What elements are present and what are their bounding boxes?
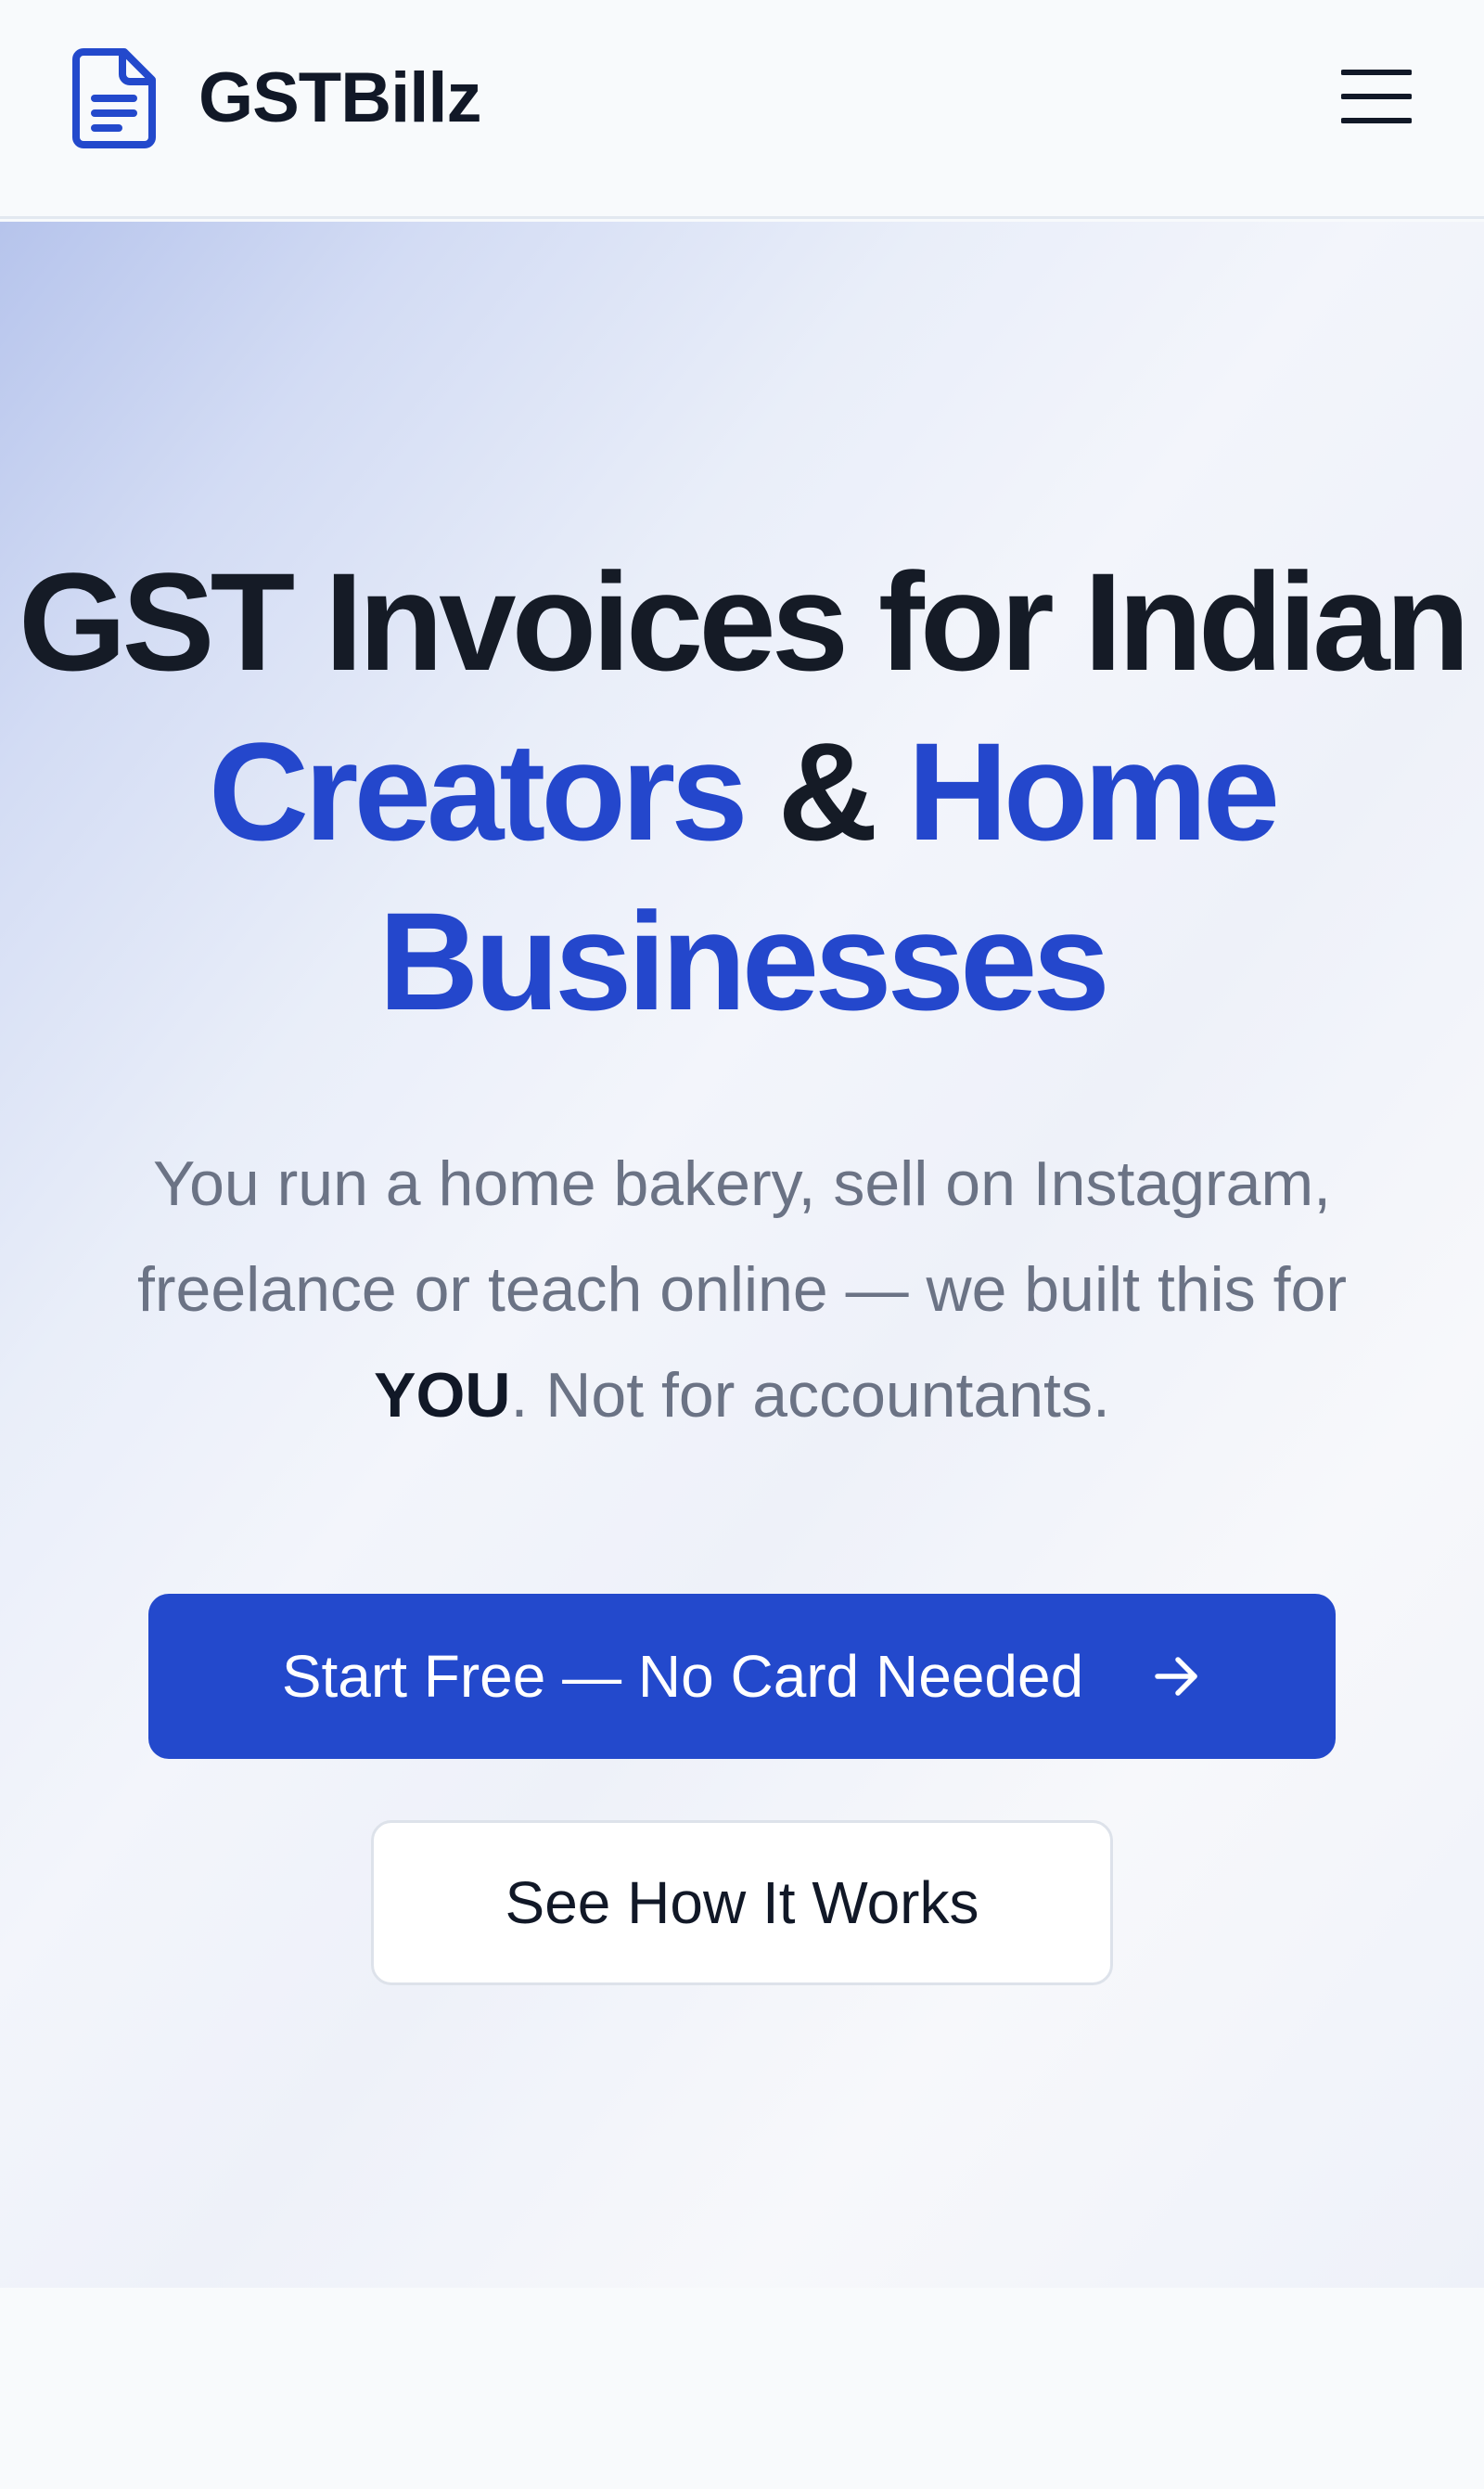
- hero-title-accent-home: Home: [907, 713, 1280, 869]
- see-how-it-works-label: See How It Works: [505, 1869, 979, 1936]
- arrow-right-icon: [1155, 1657, 1197, 1696]
- hero-title-ampersand: &: [777, 713, 877, 869]
- page-continuation: [0, 2288, 1484, 2489]
- hero-subtitle: You run a home bakery, sell on Instagram…: [74, 1131, 1410, 1448]
- site-header: GSTBillz: [0, 0, 1484, 219]
- hamburger-menu-button[interactable]: [1341, 67, 1412, 126]
- hero-subtitle-emphasis: YOU: [374, 1360, 511, 1431]
- hero-section: GST Invoices for Indian Creators & Home …: [0, 222, 1484, 2288]
- hero-subtitle-tail: . Not for accountants.: [510, 1360, 1110, 1431]
- start-free-button[interactable]: Start Free — No Card Needed: [148, 1594, 1336, 1759]
- document-icon: [72, 48, 156, 148]
- brand-logo-link[interactable]: GSTBillz: [72, 48, 481, 148]
- start-free-button-label: Start Free — No Card Needed: [281, 1643, 1084, 1710]
- hero-title-accent-creators: Creators: [208, 713, 748, 869]
- hero-title: GST Invoices for Indian Creators & Home …: [0, 537, 1484, 1046]
- hero-subtitle-line1: You run a home bakery, sell on Instagram…: [152, 1148, 1332, 1219]
- hero-subtitle-line2: freelance or teach online — we built thi…: [136, 1254, 1348, 1325]
- brand-name: GSTBillz: [198, 58, 481, 137]
- hero-title-accent-businesses: Businesses: [378, 883, 1110, 1039]
- see-how-it-works-button[interactable]: See How It Works: [371, 1820, 1113, 1985]
- hamburger-menu-icon: [1341, 70, 1412, 123]
- hero-title-line1: GST Invoices for Indian: [18, 544, 1470, 699]
